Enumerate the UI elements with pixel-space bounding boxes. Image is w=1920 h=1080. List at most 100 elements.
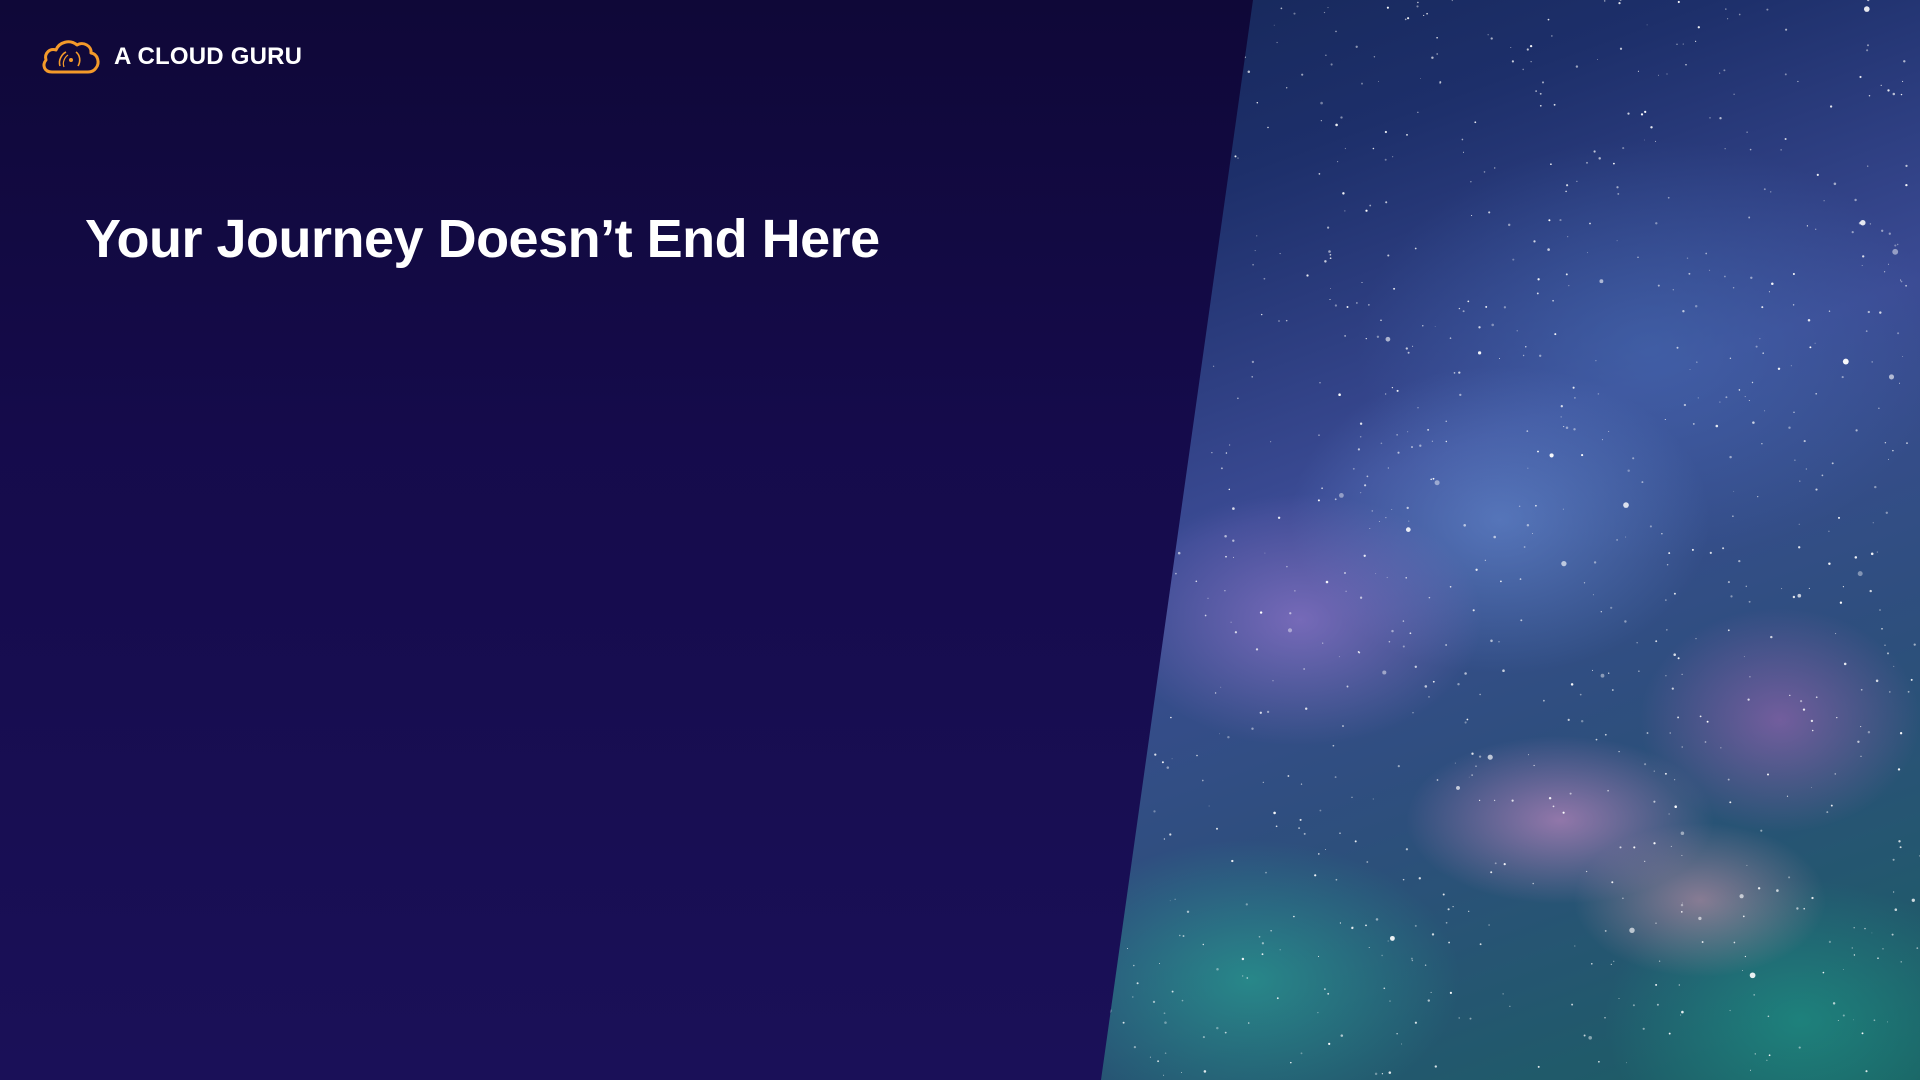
- star: [1351, 926, 1354, 929]
- star: [1419, 444, 1422, 447]
- star: [1575, 65, 1579, 68]
- star: [1317, 955, 1320, 957]
- star: [1587, 252, 1588, 254]
- star: [1886, 1021, 1888, 1023]
- star: [1445, 921, 1448, 924]
- star: [1807, 318, 1811, 322]
- star: [1884, 644, 1886, 646]
- star: [1478, 799, 1481, 802]
- star: [1168, 546, 1171, 549]
- star: [1418, 877, 1421, 880]
- star: [1719, 117, 1722, 120]
- star: [1491, 323, 1494, 327]
- star: [1472, 609, 1475, 612]
- star: [1680, 1014, 1682, 1016]
- star: [1314, 874, 1317, 877]
- star: [1683, 403, 1687, 407]
- star: [1220, 467, 1223, 470]
- star: [1892, 449, 1894, 452]
- star: [1270, 930, 1272, 932]
- star: [1385, 336, 1391, 342]
- star: [1365, 337, 1367, 340]
- star: [1566, 184, 1569, 187]
- star: [1733, 93, 1735, 95]
- star: [1548, 796, 1552, 800]
- star: [1337, 161, 1339, 163]
- star: [1467, 300, 1470, 303]
- star: [1279, 253, 1281, 255]
- star: [1365, 209, 1368, 212]
- star: [1381, 954, 1383, 957]
- star: [1500, 580, 1502, 583]
- star: [1535, 90, 1537, 92]
- star: [1470, 181, 1472, 183]
- star: [1290, 1061, 1292, 1064]
- star: [1162, 486, 1166, 490]
- star: [1401, 1043, 1403, 1045]
- star: [1738, 13, 1741, 16]
- star: [1878, 407, 1880, 409]
- star: [1523, 546, 1526, 548]
- star: [1526, 430, 1529, 432]
- star: [1419, 78, 1421, 80]
- star: [1177, 551, 1181, 555]
- star: [1503, 863, 1506, 866]
- star: [1112, 64, 1115, 67]
- star: [1119, 813, 1121, 816]
- star: [1247, 70, 1251, 73]
- star: [1854, 556, 1858, 559]
- star: [1154, 753, 1157, 756]
- star: [1897, 332, 1900, 335]
- star: [1108, 770, 1111, 773]
- star: [1409, 632, 1412, 635]
- star: [1899, 382, 1900, 384]
- star: [1151, 384, 1154, 387]
- star: [1519, 578, 1522, 580]
- star: [1704, 741, 1707, 743]
- star: [1570, 683, 1574, 686]
- star: [1618, 750, 1620, 753]
- star: [1125, 439, 1128, 442]
- star: [1799, 699, 1803, 703]
- star: [1673, 592, 1676, 595]
- star: [1252, 263, 1254, 266]
- star: [1681, 1010, 1684, 1014]
- star: [1464, 721, 1467, 724]
- star: [1618, 998, 1620, 999]
- star: [1391, 508, 1393, 511]
- star: [1520, 619, 1523, 622]
- star: [1256, 101, 1259, 104]
- star: [1705, 252, 1708, 255]
- star: [1286, 87, 1288, 89]
- star: [1412, 345, 1414, 347]
- star: [1888, 232, 1891, 235]
- star: [1152, 1000, 1156, 1004]
- star: [1402, 645, 1405, 648]
- star: [1536, 292, 1539, 295]
- star: [1241, 957, 1245, 961]
- star: [1428, 696, 1430, 698]
- star: [1366, 475, 1369, 478]
- star: [1338, 393, 1341, 396]
- star: [1867, 310, 1870, 314]
- star: [1842, 358, 1849, 365]
- star: [1525, 346, 1527, 348]
- star: [1189, 83, 1191, 85]
- star: [1319, 809, 1322, 812]
- star: [1153, 810, 1156, 813]
- star: [1608, 672, 1610, 674]
- star: [1859, 75, 1862, 79]
- star: [1751, 381, 1754, 384]
- star: [1208, 805, 1210, 807]
- star: [1325, 849, 1326, 850]
- star: [1325, 54, 1327, 56]
- star: [1224, 589, 1226, 592]
- star: [1434, 480, 1440, 486]
- star: [1099, 833, 1101, 835]
- star: [1637, 70, 1639, 72]
- star: [1598, 1061, 1600, 1063]
- star: [1723, 69, 1726, 72]
- star: [1126, 694, 1130, 697]
- star: [1323, 11, 1326, 14]
- star: [1650, 126, 1653, 129]
